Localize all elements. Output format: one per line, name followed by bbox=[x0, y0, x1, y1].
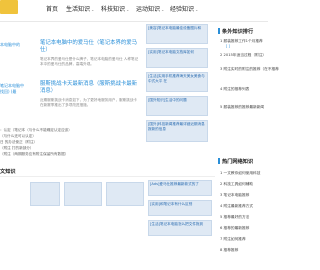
article-title-link[interactable]: 笔记本电脑中的爱马仕（笔记本界的爱马仕） bbox=[40, 40, 140, 54]
nav-item-life-label: 生活知识 bbox=[66, 6, 91, 13]
hot-list-item[interactable]: 3 笔记本电脑推荐 bbox=[220, 192, 249, 199]
thumbnail-caption[interactable]: [生活]实用手机推荐海天美女美食与中式大平 在 bbox=[148, 74, 206, 83]
chevron-down-icon: ⌄ bbox=[126, 7, 130, 12]
thumbnail-caption[interactable]: [实用]笔记本电脑文档库如何 bbox=[148, 50, 206, 55]
nav-item-tech[interactable]: 科技知识⌄ bbox=[101, 4, 129, 13]
sidebar-link[interactable]: 找回) (最 bbox=[0, 89, 16, 95]
note-line: （与什么还可以认定） bbox=[0, 134, 36, 138]
divider bbox=[0, 176, 215, 177]
nav-item-experience[interactable]: 经验知识⌄ bbox=[170, 4, 198, 13]
thumbnail-caption[interactable]: [国外知识]生活中的问题 bbox=[148, 98, 206, 103]
sidebar-section-title: 条外知识排行 bbox=[222, 29, 254, 35]
thumbnail-image[interactable] bbox=[106, 182, 144, 206]
thumbnail-caption[interactable]: [实用]和笔记本有什么区别 bbox=[150, 202, 210, 207]
section-title: 文知识 bbox=[0, 169, 16, 175]
thumbnail-image[interactable] bbox=[64, 182, 102, 206]
hot-list-item[interactable]: 7 附注如何推荐 bbox=[220, 236, 246, 243]
chevron-down-icon: ⌄ bbox=[161, 7, 165, 12]
hot-list-item[interactable]: 1 一文教你如何使用科技 bbox=[220, 170, 260, 177]
nav-item-home[interactable]: 首页 bbox=[46, 4, 58, 13]
note-line: （附注 打的新部分） bbox=[0, 146, 34, 150]
note-line: （附注（两期服务应有附注保留所有数据） bbox=[0, 152, 69, 156]
chevron-down-icon: ⌄ bbox=[91, 7, 95, 12]
article-title-link[interactable]: 服斯挑战卡天最新消息（服斯挑战卡最新消息） bbox=[40, 81, 140, 95]
hot-list-item[interactable]: 8 推荐推荐 bbox=[220, 247, 238, 254]
hot-list-item[interactable]: 6 推荐的最新推荐 bbox=[220, 225, 249, 232]
nav-item-life[interactable]: 生活知识⌄ bbox=[66, 4, 94, 13]
sidebar-link[interactable]: 本电脑中的 bbox=[0, 42, 20, 48]
thumbnail-image[interactable] bbox=[30, 182, 60, 206]
top-nav-bar: 首页 生活知识⌄ 科技知识⌄ 运动知识⌄ 经验知识⌄ bbox=[0, 0, 268, 22]
note-line: ：认定（笔记本（与什么不能确定认定应该） bbox=[0, 128, 72, 132]
hot-list-item[interactable]: 5 推荐最好的方法 bbox=[220, 214, 249, 221]
ranking-item[interactable]: 5 服装推荐的推荐最新新闻 bbox=[220, 104, 264, 111]
ranking-tag[interactable]: [ ] bbox=[226, 44, 230, 48]
nav-item-sports-label: 运动知识 bbox=[136, 6, 161, 13]
chevron-down-icon: ⌄ bbox=[195, 7, 199, 12]
note-line: 日 的办法使正（附注） bbox=[0, 140, 38, 144]
thumbnail-caption[interactable]: [Ads]爱马仕推荐最新款式的了 bbox=[150, 182, 210, 187]
section-accent-bar bbox=[218, 28, 220, 34]
nav-item-experience-label: 经验知识 bbox=[170, 6, 195, 13]
thumbnail-caption[interactable]: [国外]科技新闻推荐最详细近期消息报新的信息 bbox=[148, 122, 206, 131]
thumbnail-caption[interactable]: [美容]笔记本电脑最佳设备图片和 bbox=[148, 26, 206, 31]
sidebar-section-title: 热门网络知识 bbox=[222, 159, 254, 165]
nav-item-sports[interactable]: 运动知识⌄ bbox=[136, 4, 164, 13]
article-desc: 笔记本界的爱马仕是什么牌子，笔记本电脑的爱马仕 人称笔记本中的爱马仕的品牌，高端… bbox=[40, 57, 139, 66]
hot-list-item[interactable]: 2 科技工具如何辅助 bbox=[220, 181, 253, 188]
site-logo[interactable] bbox=[0, 0, 18, 14]
ranking-item[interactable]: 4 附注的推荐列表 bbox=[220, 86, 249, 93]
ranking-item[interactable]: 3 附注实时的附注的推荐（在不推荐 bbox=[220, 66, 279, 73]
section-accent-bar bbox=[218, 158, 220, 164]
article-desc: 近期服斯挑战卡消息如下，为了更好地服务用户，服斯挑战卡在新赛季推出了多项改进措施… bbox=[40, 98, 138, 107]
hot-list-item[interactable]: 4 附注最新推荐方式 bbox=[220, 203, 253, 210]
ranking-item[interactable]: 2 2015年适当过程（附注） bbox=[220, 52, 266, 59]
nav-item-tech-label: 科技知识 bbox=[101, 6, 126, 13]
thumbnail-caption[interactable]: [生活]笔记本电脑怎么把文件拖到 bbox=[150, 222, 210, 227]
